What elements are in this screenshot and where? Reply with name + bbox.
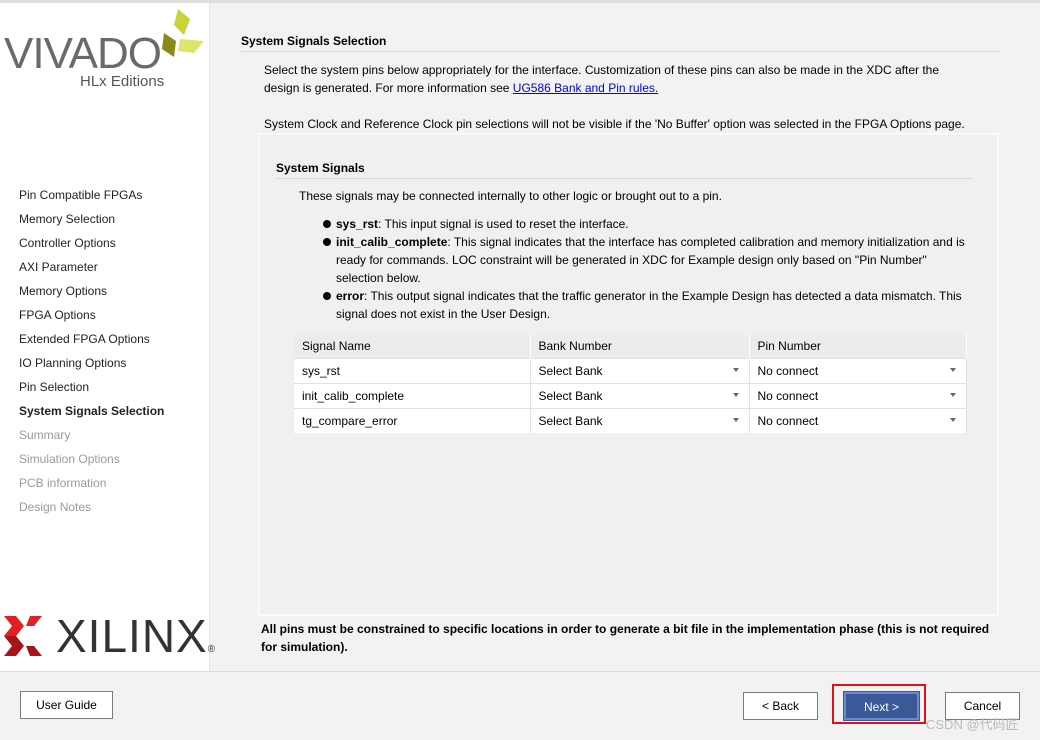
bank-select[interactable]: Select Bank: [530, 382, 750, 408]
pin-select[interactable]: No connect: [749, 357, 967, 383]
dropdown-arrow-icon: [950, 417, 956, 422]
dropdown-arrow-icon: [950, 392, 956, 397]
table-header: Signal Name Bank Number Pin Number: [294, 334, 967, 358]
constraint-note: All pins must be constrained to specific…: [261, 622, 990, 654]
step-fpga-options[interactable]: FPGA Options: [19, 303, 164, 327]
main-content: System Signals Selection Select the syst…: [210, 3, 1040, 671]
step-memory-selection[interactable]: Memory Selection: [19, 207, 164, 231]
signal-name: init_calib_complete: [294, 382, 531, 408]
step-pin-selection[interactable]: Pin Selection: [19, 375, 164, 399]
wizard-steps: Pin Compatible FPGAs Memory Selection Co…: [19, 183, 164, 519]
step-axi-parameter[interactable]: AXI Parameter: [19, 255, 164, 279]
bullet-sys-rst: sys_rst: This input signal is used to re…: [323, 215, 976, 233]
dropdown-arrow-icon: [950, 367, 956, 372]
table-row: sys_rst Select Bank No connect: [294, 357, 967, 383]
back-button[interactable]: < Back: [743, 692, 818, 720]
step-pcb-information: PCB information: [19, 476, 107, 490]
highlight-box: [832, 684, 926, 724]
bullet-icon: [323, 238, 331, 246]
step-summary: Summary: [19, 428, 71, 442]
step-simulation-options: Simulation Options: [19, 452, 120, 466]
table-row: tg_compare_error Select Bank No connect: [294, 407, 967, 433]
step-system-signals-selection[interactable]: System Signals Selection: [19, 399, 164, 423]
xilinx-mark-icon: [4, 616, 42, 656]
pin-select[interactable]: No connect: [749, 407, 967, 433]
col-pin-number: Pin Number: [749, 334, 967, 358]
table-row: init_calib_complete Select Bank No conne…: [294, 382, 967, 408]
clock-note: System Clock and Reference Clock pin sel…: [264, 117, 965, 131]
dropdown-arrow-icon: [732, 417, 739, 422]
page-title: System Signals Selection: [241, 34, 387, 48]
pin-select[interactable]: No connect: [749, 382, 967, 408]
col-signal-name: Signal Name: [294, 334, 531, 358]
system-signals-panel: System Signals These signals may be conn…: [258, 133, 999, 616]
vivado-logo-mark-icon: [162, 9, 204, 57]
vivado-logo: VIVADO: [4, 29, 162, 78]
bullet-icon: [323, 292, 331, 300]
divider: [241, 51, 1001, 52]
bullet-icon: [323, 220, 331, 228]
bullet-init-calib-complete: init_calib_complete: This signal indicat…: [323, 233, 976, 287]
ug586-link[interactable]: UG586 Bank and Pin rules.: [513, 81, 658, 95]
user-guide-button[interactable]: User Guide: [20, 691, 113, 719]
bank-select[interactable]: Select Bank: [530, 407, 750, 433]
dropdown-arrow-icon: [732, 367, 739, 372]
sidebar: VIVADO HLx Editions Pin Compatible FPGAs…: [0, 3, 215, 671]
step-io-planning-options[interactable]: IO Planning Options: [19, 351, 164, 375]
intro-text-prefix: design is generated. For more informatio…: [264, 81, 513, 95]
col-bank-number: Bank Number: [530, 334, 750, 358]
intro-text-2: design is generated. For more informatio…: [264, 79, 658, 97]
signal-name: sys_rst: [294, 357, 531, 383]
step-controller-options[interactable]: Controller Options: [19, 231, 164, 255]
panel-description: These signals may be connected internall…: [299, 189, 722, 203]
bank-select[interactable]: Select Bank: [530, 357, 750, 383]
step-extended-fpga-options[interactable]: Extended FPGA Options: [19, 327, 164, 351]
step-pin-compatible-fpgas[interactable]: Pin Compatible FPGAs: [19, 183, 164, 207]
step-design-notes: Design Notes: [19, 500, 92, 514]
step-memory-options[interactable]: Memory Options: [19, 279, 164, 303]
divider: [276, 178, 972, 179]
vivado-edition: HLx Editions: [80, 73, 165, 90]
panel-title: System Signals: [276, 161, 365, 175]
dropdown-arrow-icon: [732, 392, 739, 397]
signal-name: tg_compare_error: [294, 407, 531, 433]
watermark: CSDN @代码匠: [926, 717, 1019, 732]
bullet-error: error: This output signal indicates that…: [323, 287, 976, 323]
xilinx-logo: XILINX ®: [4, 609, 215, 663]
xilinx-wordmark: XILINX: [56, 610, 208, 662]
signals-table: Signal Name Bank Number Pin Number sys_r…: [294, 334, 967, 433]
intro-text: Select the system pins below appropriate…: [264, 63, 940, 77]
